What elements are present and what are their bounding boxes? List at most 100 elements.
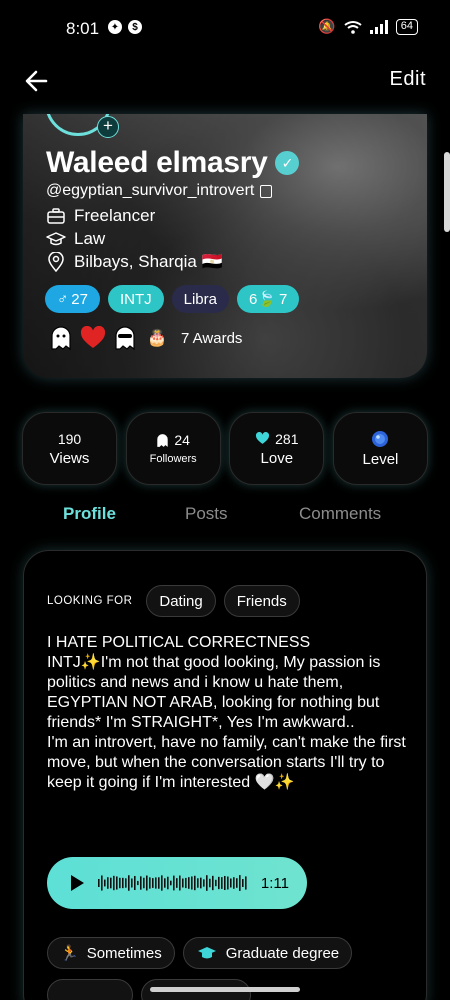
attributes-row: 🏃 Sometimes Graduate degree xyxy=(47,937,353,969)
waveform-bar xyxy=(140,876,142,890)
play-icon[interactable] xyxy=(71,875,84,891)
waveform-bar xyxy=(128,875,130,891)
level-label: Level xyxy=(362,450,399,468)
love-stat[interactable]: 281 Love xyxy=(229,412,325,485)
profile-tabs: Profile Posts Comments xyxy=(0,504,450,534)
waveform-bar xyxy=(191,876,193,890)
cool-ghost-award-icon xyxy=(111,323,139,353)
waveform-bar xyxy=(107,877,109,889)
awards-row[interactable]: 🎂 7 Awards xyxy=(47,323,242,353)
followers-label: Followers xyxy=(149,453,197,465)
education-value: Graduate degree xyxy=(225,944,340,962)
snapchat-icon: ✦ xyxy=(108,20,122,34)
back-arrow-icon[interactable] xyxy=(22,66,52,96)
tab-comments[interactable]: Comments xyxy=(299,504,381,524)
waveform-bar xyxy=(179,875,181,891)
gender-age-tag: ♂ 27 xyxy=(45,285,100,313)
mbti-value: INTJ xyxy=(119,290,152,308)
gem-icon xyxy=(372,430,389,447)
zodiac-value: Libra xyxy=(183,290,217,308)
scrollbar[interactable] xyxy=(444,152,450,232)
male-icon: ♂ xyxy=(57,290,69,308)
copy-icon[interactable] xyxy=(260,184,273,198)
waveform-bar xyxy=(155,877,157,889)
verified-icon: ✓ xyxy=(275,151,300,175)
waveform-bar xyxy=(236,878,238,888)
waveform-bar xyxy=(134,875,136,891)
waveform-bar xyxy=(161,875,163,891)
love-label: Love xyxy=(260,449,294,467)
edit-button[interactable]: Edit xyxy=(390,68,426,91)
love-count: 281 xyxy=(275,430,299,447)
waveform-bar xyxy=(167,876,169,890)
waveform-bar xyxy=(98,879,100,887)
waveform-bar xyxy=(125,878,127,888)
followers-top: 24 xyxy=(156,432,190,448)
job-row: Freelancer xyxy=(46,206,155,226)
waveform-bar xyxy=(218,876,220,890)
looking-for-chip-friends: Friends xyxy=(223,585,300,617)
leaf-icon: 6🍃 xyxy=(248,291,276,308)
graduation-cap-icon xyxy=(46,229,66,249)
education-text: Law xyxy=(74,229,106,248)
heart-icon xyxy=(256,432,270,444)
waveform-bar xyxy=(227,876,229,890)
waveform-bar xyxy=(116,876,118,890)
location-text: Bilbays, Sharqia 🇪🇬 xyxy=(74,252,223,271)
waveform-bar xyxy=(194,875,196,891)
waveform-bar xyxy=(152,878,154,888)
waveform-bar xyxy=(215,879,217,887)
tab-profile[interactable]: Profile xyxy=(63,504,116,524)
waveform-bar xyxy=(239,875,241,891)
waveform-bar xyxy=(104,879,106,887)
home-indicator[interactable] xyxy=(150,987,300,992)
views-stat[interactable]: 190 Views xyxy=(22,412,117,485)
waveform-bar xyxy=(122,877,124,889)
waveform-bar xyxy=(206,875,208,891)
level-top xyxy=(371,430,389,448)
waveform-bar xyxy=(203,879,205,887)
graduation-cap-icon xyxy=(197,947,216,959)
waveform-bar xyxy=(131,878,133,888)
waveform-bar xyxy=(137,880,139,886)
heart-award-icon xyxy=(79,323,107,353)
mute-icon: 🔕 xyxy=(318,18,336,34)
level-stat[interactable]: Level xyxy=(332,412,428,485)
awards-count: 7 Awards xyxy=(181,329,243,347)
voice-intro-player[interactable]: 1:11 xyxy=(47,857,307,909)
education-row: Law xyxy=(46,229,105,249)
audio-duration: 1:11 xyxy=(260,874,289,892)
waveform-bar xyxy=(197,878,199,888)
waveform-bar xyxy=(164,878,166,888)
zodiac-tag: Libra xyxy=(171,285,229,313)
waveform-bar xyxy=(113,875,115,891)
exercise-chip: 🏃 Sometimes xyxy=(47,937,175,969)
status-time: 8:01 xyxy=(66,19,100,38)
cake-award-icon: 🎂 xyxy=(147,330,167,347)
waveform-bar xyxy=(110,877,112,889)
wifi-icon xyxy=(344,20,362,34)
profile-header-card: + Waleed elmasry ✓ @egyptian_survivor_in… xyxy=(23,114,427,378)
profile-name: Waleed elmasry xyxy=(46,146,268,179)
waveform-bar xyxy=(188,877,190,889)
bio-text: I HATE POLITICAL CORRECTNESS INTJ✨I'm no… xyxy=(47,634,406,791)
waveform-bar xyxy=(212,875,214,891)
waveform-bar xyxy=(233,877,235,889)
username: @egyptian_survivor_introvert xyxy=(46,182,255,199)
waveform-bar xyxy=(158,877,160,889)
signal-icon xyxy=(369,19,388,34)
ghost-icon xyxy=(157,433,169,447)
location-pin-icon xyxy=(46,252,66,272)
waveform-bar xyxy=(143,877,145,889)
waveform-bar xyxy=(170,880,172,886)
followers-stat[interactable]: 24 Followers xyxy=(125,412,221,485)
love-top: 281 xyxy=(255,431,298,447)
battery-indicator: 64 xyxy=(395,18,418,35)
tab-posts[interactable]: Posts xyxy=(185,504,228,524)
followers-count: 24 xyxy=(174,432,190,448)
waveform-bar xyxy=(224,875,226,891)
status-system-icons: 🔕 64 xyxy=(318,18,418,35)
waveform-bar xyxy=(245,876,247,890)
views-count: 190 xyxy=(57,430,82,447)
add-photo-button[interactable]: + xyxy=(97,116,119,138)
